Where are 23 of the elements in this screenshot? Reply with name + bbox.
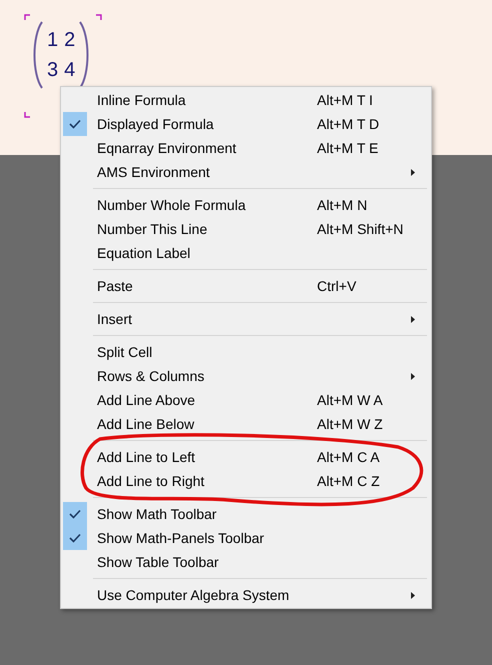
menu-item[interactable]: Show Math-Panels Toolbar (61, 526, 431, 550)
menu-item[interactable]: Paste Ctrl+V (61, 274, 431, 298)
menu-item[interactable]: Show Math Toolbar (61, 502, 431, 526)
matrix-entry: 1 (47, 28, 58, 52)
menu-item[interactable]: Equation Label (61, 241, 431, 265)
matrix-entry: 3 (47, 58, 58, 82)
menu-item[interactable]: Number Whole Formula Alt+M N (61, 193, 431, 217)
menu-item[interactable]: Add Line to Right Alt+M C Z (61, 469, 431, 493)
matrix-entry: 4 (64, 58, 76, 82)
menu-item[interactable]: Inline Formula Alt+M T I (61, 88, 431, 112)
menu-item[interactable]: Insert (61, 307, 431, 331)
menu-item[interactable]: AMS Environment (61, 160, 431, 184)
menu-item[interactable]: Eqnarray Environment Alt+M T E (61, 136, 431, 160)
menu-item[interactable]: Add Line Above Alt+M W A (61, 388, 431, 412)
menu-item[interactable]: Use Computer Algebra System (61, 583, 431, 607)
menu-item[interactable]: Add Line to Left Alt+M C A (61, 445, 431, 469)
matrix-entry: 2 (64, 28, 76, 52)
menu-item[interactable]: Rows & Columns (61, 364, 431, 388)
menu-item[interactable]: Split Cell (61, 340, 431, 364)
menu-item[interactable]: Show Table Toolbar (61, 550, 431, 574)
menu-item[interactable]: Add Line Below Alt+M W Z (61, 412, 431, 436)
menu-item[interactable]: Displayed Formula Alt+M T D (61, 112, 431, 136)
menu-item[interactable]: Number This Line Alt+M Shift+N (61, 217, 431, 241)
